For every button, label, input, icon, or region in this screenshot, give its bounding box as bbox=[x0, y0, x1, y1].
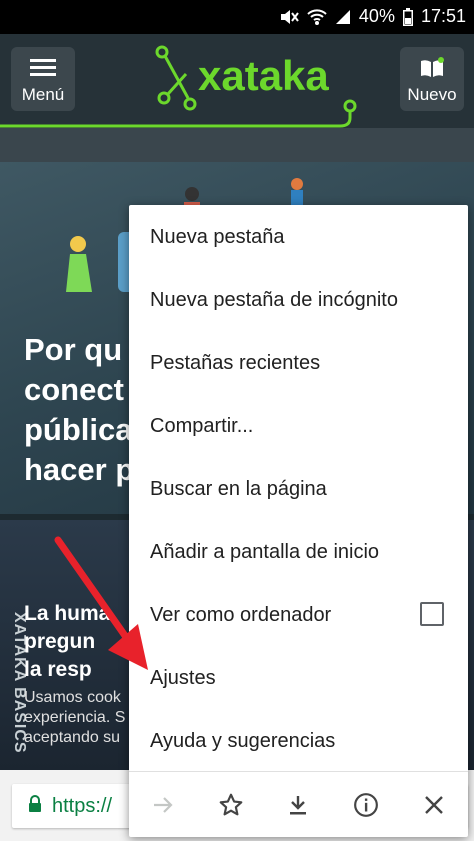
book-icon bbox=[400, 57, 464, 79]
signal-icon bbox=[335, 9, 351, 25]
new-button-label: Nuevo bbox=[407, 85, 457, 104]
forward-icon[interactable] bbox=[146, 788, 180, 822]
menu-item-find-in-page[interactable]: Buscar en la página bbox=[150, 477, 327, 501]
battery-icon bbox=[402, 7, 413, 26]
hamburger-icon bbox=[11, 57, 75, 77]
browser-overflow-menu: Nueva pestaña Nueva pestaña de incógnito… bbox=[129, 205, 468, 837]
menu-item-share[interactable]: Compartir... bbox=[150, 414, 253, 438]
info-icon[interactable] bbox=[349, 788, 383, 822]
menu-item-recent-tabs[interactable]: Pestañas recientes bbox=[150, 351, 320, 375]
new-button[interactable]: Nuevo bbox=[400, 47, 464, 111]
star-icon[interactable] bbox=[214, 788, 248, 822]
desktop-site-checkbox[interactable] bbox=[420, 602, 444, 626]
url-text: https:// bbox=[52, 794, 113, 817]
menu-item-desktop-site[interactable]: Ver como ordenador bbox=[150, 603, 331, 627]
site-header: xataka Menú Nuevo bbox=[0, 34, 474, 128]
wifi-icon bbox=[307, 8, 327, 26]
logo-text: xataka bbox=[198, 52, 329, 99]
menu-button[interactable]: Menú bbox=[11, 47, 75, 111]
status-bar: 40% 17:51 bbox=[0, 0, 474, 34]
lock-icon bbox=[28, 794, 42, 818]
menu-item-new-incognito-tab[interactable]: Nueva pestaña de incógnito bbox=[150, 288, 398, 312]
mute-icon bbox=[279, 8, 299, 26]
menu-toolbar bbox=[129, 772, 468, 837]
sub-navigation-bar bbox=[0, 128, 474, 162]
menu-item-settings[interactable]: Ajustes bbox=[150, 666, 216, 690]
clock: 17:51 bbox=[420, 6, 466, 26]
menu-button-label: Menú bbox=[21, 85, 65, 104]
menu-item-add-to-home[interactable]: Añadir a pantalla de inicio bbox=[150, 540, 379, 564]
close-icon[interactable] bbox=[417, 788, 451, 822]
menu-item-help[interactable]: Ayuda y sugerencias bbox=[150, 729, 335, 753]
download-icon[interactable] bbox=[281, 788, 315, 822]
battery-percent: 40% bbox=[358, 6, 395, 26]
menu-item-new-tab[interactable]: Nueva pestaña bbox=[150, 225, 285, 249]
